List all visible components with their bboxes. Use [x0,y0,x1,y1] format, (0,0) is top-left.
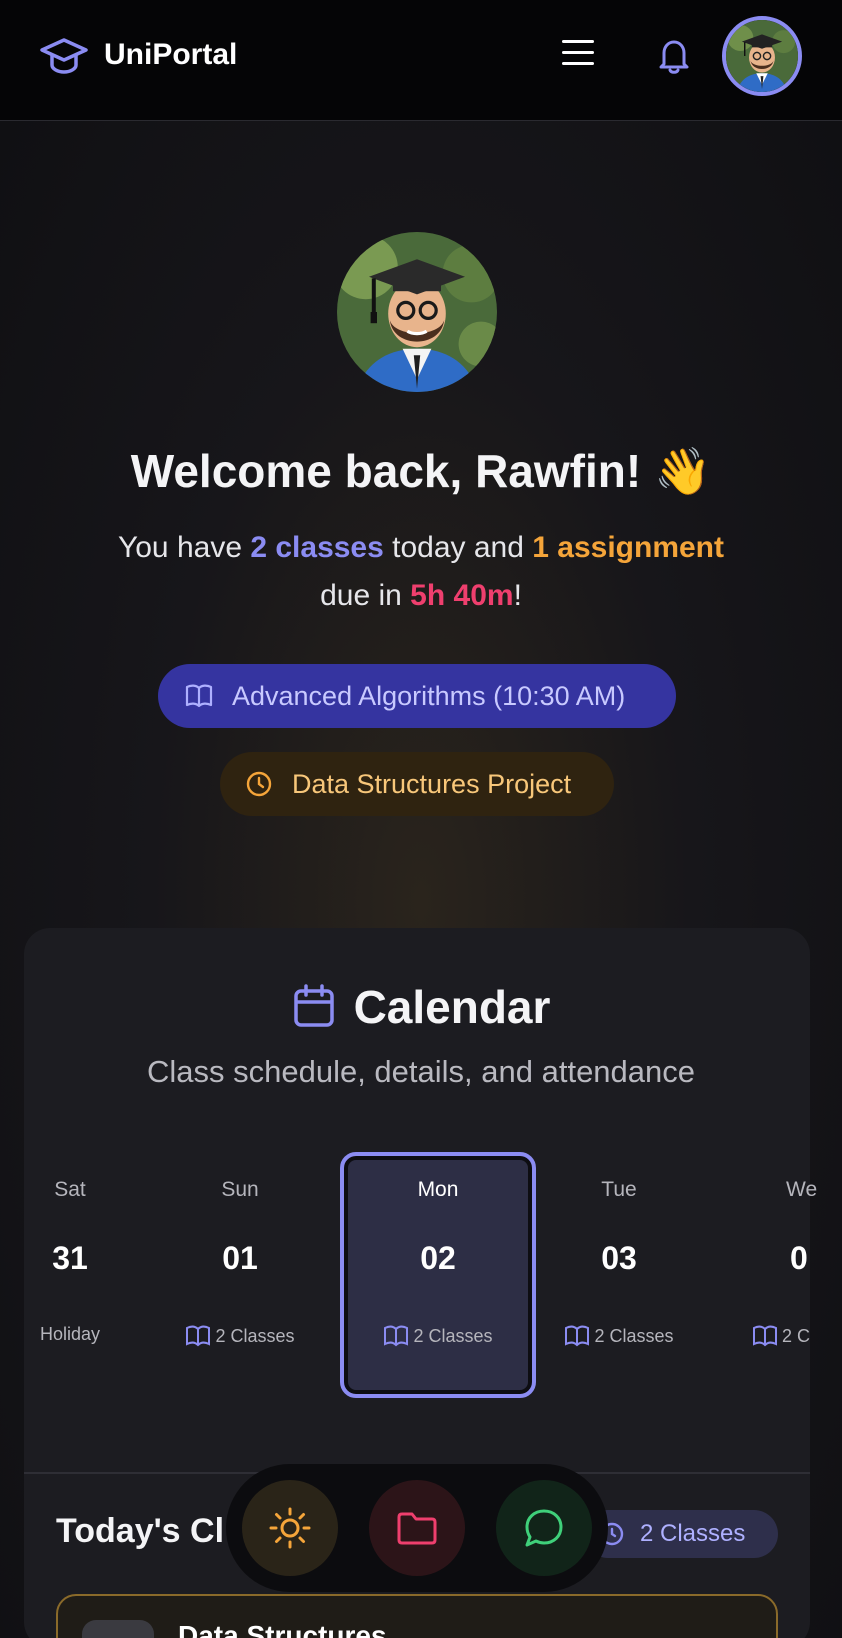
book-icon [185,684,213,708]
profile-avatar-large [337,232,497,392]
todays-classes-heading: Today's Cl [56,1512,225,1550]
class-thumbnail [82,1620,154,1638]
theme-toggle-button[interactable] [242,1480,338,1576]
calendar-title: Calendar [353,981,551,1033]
summary-text: You have 2 classes today and 1 assignmen… [60,524,782,620]
day-status-label: 2 Classes [215,1325,295,1346]
book-icon [186,1325,211,1347]
sun-icon [269,1507,311,1549]
book-icon [384,1325,409,1347]
next-task-label: Data Structures Project [292,768,572,799]
day-status-label: 2 Classes [594,1325,674,1346]
calendar-subtitle: Class schedule, details, and attendance [146,1054,696,1089]
classes-count-highlight: 2 classes [250,531,384,564]
day-status: 2 C [752,1324,842,1348]
badge-label: 2 Classes [640,1520,746,1547]
summary-due: due in [320,579,411,612]
day-name: We [786,1178,818,1201]
profile-avatar-button[interactable] [722,16,802,96]
graduation-cap-icon[interactable] [40,36,88,76]
menu-button[interactable] [562,40,594,70]
day-status-label: 2 C [782,1325,811,1346]
book-icon [753,1325,777,1347]
day-status: 2 Classes [150,1324,330,1348]
calendar-icon [293,984,334,1027]
day-number: 01 [222,1240,258,1276]
class-name: Data Structures [178,1620,387,1638]
folder-icon [397,1512,437,1545]
day-name: Sat [54,1178,86,1201]
summary-prefix: You have [117,531,251,564]
day-status: 2 Classes [348,1324,528,1348]
day-name: Tue [601,1178,637,1201]
app-name[interactable]: UniPortal [104,38,237,72]
assignment-count-highlight: 1 assignment [532,531,724,564]
day-number: 02 [420,1240,456,1276]
day-strip[interactable]: Sat 31 Holiday Sun 01 2 Classes Mon 02 2… [0,1152,842,1402]
class-card[interactable]: Data Structures [56,1594,778,1638]
menu-bar [562,40,594,43]
next-task-pill[interactable]: Data Structures Project [220,752,614,816]
summary-end: ! [513,579,522,612]
avatar-image [337,232,497,392]
next-class-pill[interactable]: Advanced Algorithms (10:30 AM) [158,664,676,728]
avatar-image [726,20,798,92]
book-icon [565,1325,590,1347]
classes-count-badge: 2 Classes [584,1510,778,1558]
day-status-label: 2 Classes [413,1325,493,1346]
day-number: 03 [601,1240,637,1276]
chat-bubble-icon [525,1509,563,1547]
menu-bar [562,51,594,54]
chat-button[interactable] [496,1480,592,1576]
top-bar: UniPortal [0,0,842,121]
due-time-highlight: 5h 40m [410,579,514,612]
bell-icon[interactable] [656,36,692,76]
menu-bar [562,62,594,65]
next-class-label: Advanced Algorithms (10:30 AM) [232,680,626,711]
day-name: Sun [221,1178,259,1201]
floating-dock [226,1464,608,1592]
summary-mid: today and [383,531,533,564]
calendar-heading: Calendar [0,980,842,1034]
day-status-label: Holiday [39,1324,101,1344]
day-name: Mon [417,1178,459,1201]
day-number: 0 [790,1240,808,1276]
welcome-heading: Welcome back, Rawfin! 👋 [130,445,712,497]
day-number: 31 [52,1240,88,1276]
files-button[interactable] [369,1480,465,1576]
day-status: 2 Classes [529,1324,709,1348]
clock-icon [246,771,272,797]
day-status: Holiday [0,1324,160,1345]
